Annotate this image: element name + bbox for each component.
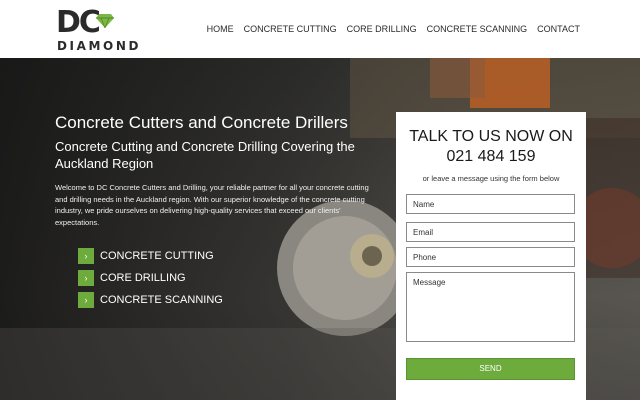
form-title: TALK TO US NOW ON 021 484 159 — [396, 127, 586, 167]
chevron-right-icon: › — [78, 270, 94, 286]
service-label: CORE DRILLING — [100, 272, 186, 284]
site-header: DC DIAMOND HOME CONCRETE CUTTING CORE DR… — [0, 0, 640, 58]
form-subtitle: or leave a message using the form below — [422, 174, 560, 183]
service-item[interactable]: › CONCRETE CUTTING — [78, 247, 223, 265]
service-label: CONCRETE CUTTING — [100, 250, 214, 262]
main-nav: HOME CONCRETE CUTTING CORE DRILLING CONC… — [207, 0, 580, 58]
logo-wordmark: DIAMOND — [57, 39, 142, 53]
contact-form: TALK TO US NOW ON 021 484 159 or leave a… — [396, 112, 586, 400]
form-title-line: TALK TO US NOW ON — [409, 128, 573, 145]
nav-home[interactable]: HOME — [207, 24, 234, 34]
nav-concrete-cutting[interactable]: CONCRETE CUTTING — [244, 24, 337, 34]
hero-title: Concrete Cutters and Concrete Drillers — [55, 113, 348, 132]
nav-contact[interactable]: CONTACT — [537, 24, 580, 34]
chevron-right-icon: › — [78, 292, 94, 308]
chevron-right-icon: › — [78, 248, 94, 264]
form-phone[interactable]: 021 484 159 — [396, 147, 586, 167]
logo[interactable]: DC DIAMOND — [56, 5, 148, 54]
logo-mark: DC — [56, 5, 101, 40]
name-field[interactable]: Name — [406, 194, 575, 214]
hero-intro: Welcome to DC Concrete Cutters and Drill… — [55, 183, 369, 227]
nav-core-drilling[interactable]: CORE DRILLING — [347, 24, 417, 34]
diamond-icon — [96, 14, 114, 28]
phone-field[interactable]: Phone — [406, 247, 575, 267]
message-field[interactable]: Message — [406, 272, 575, 342]
service-item[interactable]: › CORE DRILLING — [78, 269, 223, 287]
service-item[interactable]: › CONCRETE SCANNING — [78, 291, 223, 309]
send-button[interactable]: SEND — [406, 358, 575, 380]
service-label: CONCRETE SCANNING — [100, 294, 223, 306]
nav-concrete-scanning[interactable]: CONCRETE SCANNING — [427, 24, 528, 34]
services-list: › CONCRETE CUTTING › CORE DRILLING › CON… — [78, 247, 223, 313]
email-field[interactable]: Email — [406, 222, 575, 242]
hero-subtitle: Concrete Cutting and Concrete Drilling C… — [55, 139, 355, 171]
